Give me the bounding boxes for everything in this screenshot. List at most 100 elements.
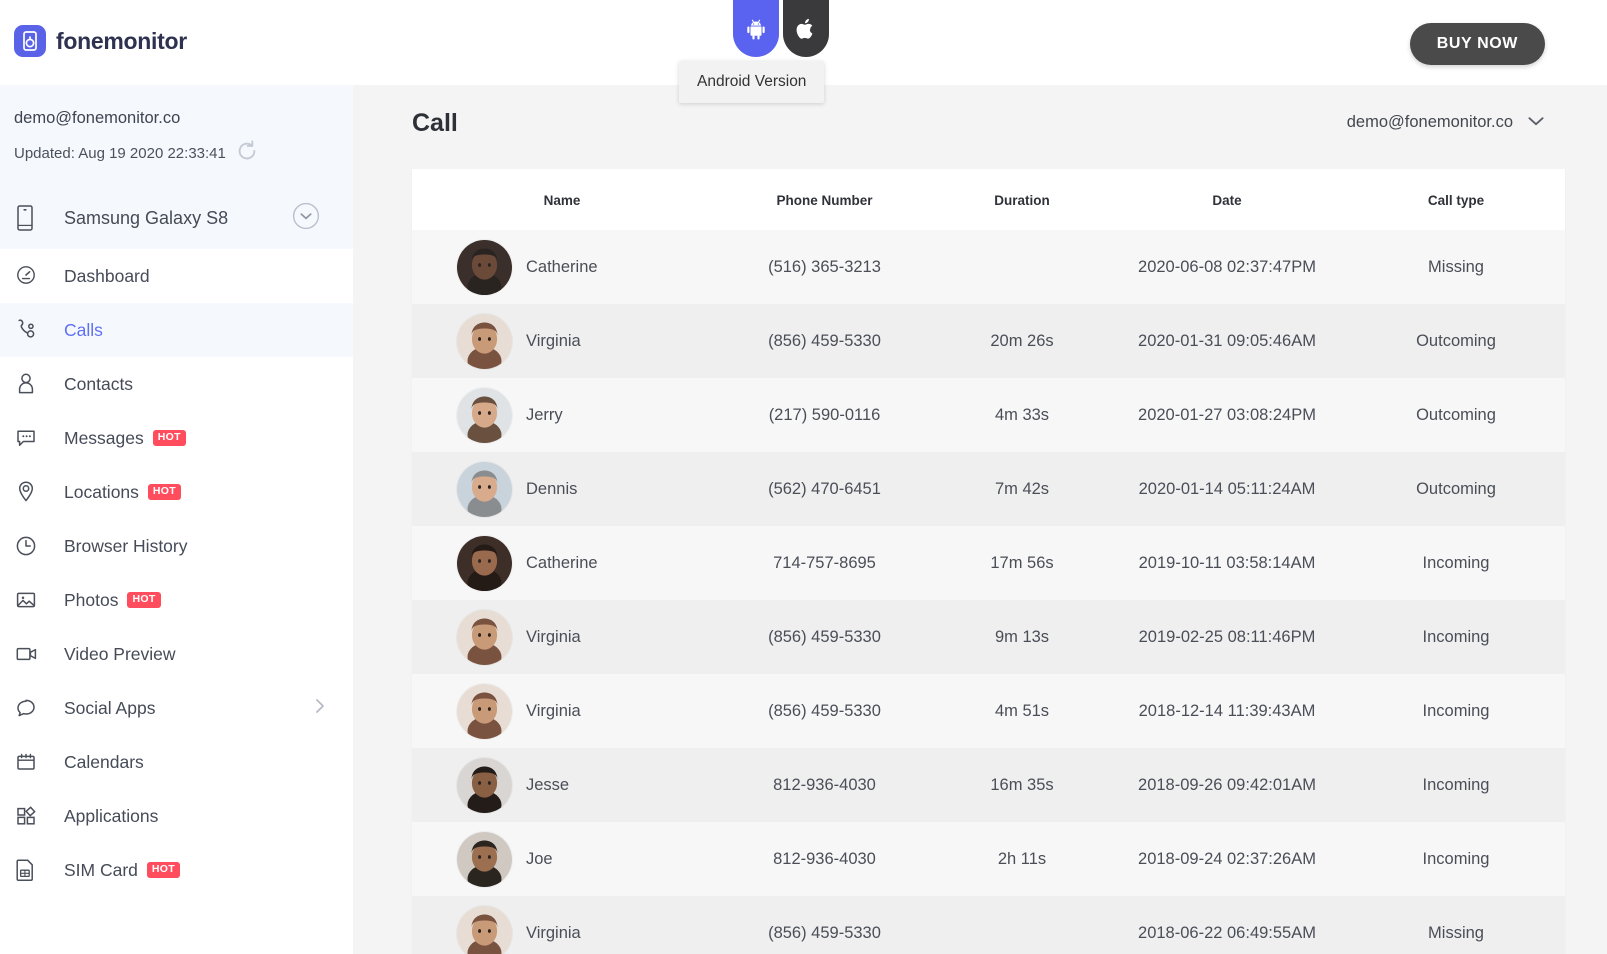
nav-text: Social Apps — [64, 697, 156, 718]
applications-icon — [14, 804, 52, 828]
refresh-icon[interactable] — [234, 138, 260, 169]
call-log-table-card: Name Phone Number Duration Date Call typ… — [412, 169, 1565, 954]
buy-now-button[interactable]: BUY NOW — [1409, 23, 1545, 65]
platform-switch — [733, 0, 829, 57]
chevron-down-circle-icon[interactable] — [291, 201, 321, 236]
nav-text: Browser History — [64, 535, 188, 556]
account-email: demo@fonemonitor.co — [14, 109, 181, 127]
cell-phone-number: (516) 365-3213 — [712, 230, 937, 304]
column-header-phone[interactable]: Phone Number — [712, 169, 937, 230]
cell-phone-number: (562) 470-6451 — [712, 452, 937, 526]
main-header: Call demo@fonemonitor.co — [353, 85, 1607, 175]
sidebar-item-dashboard[interactable]: Dashboard — [0, 249, 353, 303]
cell-call-type: Incoming — [1347, 600, 1565, 674]
cell-duration: 20m 26s — [937, 304, 1107, 378]
top-bar: fonemonitor Android Version BUY NOW — [0, 0, 1607, 103]
brand-logo[interactable]: fonemonitor — [14, 25, 187, 57]
table-row[interactable]: Catherine (516) 365-3213 2020-06-08 02:37:… — [412, 230, 1565, 304]
nav-text: Contacts — [64, 373, 134, 394]
sidebar-item-contacts[interactable]: Contacts — [0, 357, 353, 411]
sim-card-icon — [14, 857, 52, 883]
cell-phone-number: (856) 459-5330 — [712, 600, 937, 674]
nav-text: Calendars — [64, 751, 144, 772]
chevron-right-icon[interactable] — [313, 696, 327, 721]
sidebar-item-browser-history[interactable]: Browser History — [0, 519, 353, 573]
contact-name: Joe — [526, 849, 553, 868]
table-row[interactable]: Dennis (562) 470-6451 7m 42s 2020-01-14 05:… — [412, 452, 1565, 526]
sidebar-item-sim-card[interactable]: SIM Card HOT — [0, 843, 353, 897]
cell-date: 2019-10-11 03:58:14AM — [1107, 526, 1347, 600]
contact-name: Catherine — [526, 257, 598, 276]
cell-date: 2019-02-25 08:11:46PM — [1107, 600, 1347, 674]
sidebar-item-applications[interactable]: Applications — [0, 789, 353, 843]
column-header-name[interactable]: Name — [412, 169, 712, 230]
cell-name: Dennis — [412, 452, 712, 526]
cell-phone-number: (856) 459-5330 — [712, 304, 937, 378]
chevron-down-icon[interactable] — [1527, 114, 1545, 132]
hot-badge: HOT — [146, 862, 180, 878]
table-header-row: Name Phone Number Duration Date Call typ… — [412, 169, 1565, 230]
sidebar-item-locations[interactable]: Locations HOT — [0, 465, 353, 519]
android-version-button[interactable] — [733, 0, 779, 57]
sidebar-item-calendars[interactable]: Calendars — [0, 735, 353, 789]
table-row[interactable]: Virginia (856) 459-5330 2018-06-22 06:49:5… — [412, 896, 1565, 954]
last-updated-row: Updated: Aug 19 2020 22:33:41 — [0, 128, 353, 169]
hot-badge: HOT — [127, 592, 161, 608]
cell-name: Joe — [412, 822, 712, 896]
avatar-virginia — [457, 905, 512, 954]
sidebar-item-label: Social Apps — [64, 698, 155, 719]
cell-duration: 2h 11s — [937, 822, 1107, 896]
video-camera-icon — [14, 643, 52, 665]
table-row[interactable]: Jesse 812-936-4030 16m 35s 2018-09-26 09:42… — [412, 748, 1565, 822]
main-content: Call demo@fonemonitor.co Name Phone Numb… — [353, 85, 1607, 954]
nav-text: SIM Card — [64, 859, 138, 880]
device-selector[interactable]: Samsung Galaxy S8 — [0, 187, 353, 249]
nav-text: Calls — [64, 319, 103, 340]
avatar-jerry — [457, 387, 512, 443]
sidebar-item-label: Calls — [64, 320, 103, 341]
cell-call-type: Outcoming — [1347, 304, 1565, 378]
sidebar-item-photos[interactable]: Photos HOT — [0, 573, 353, 627]
contact-name: Virginia — [526, 331, 581, 350]
cell-call-type: Incoming — [1347, 674, 1565, 748]
cell-call-type: Outcoming — [1347, 452, 1565, 526]
sidebar-item-video-preview[interactable]: Video Preview — [0, 627, 353, 681]
sidebar-item-social-apps[interactable]: Social Apps — [0, 681, 353, 735]
sidebar: demo@fonemonitor.co Updated: Aug 19 2020… — [0, 85, 353, 954]
table-row[interactable]: Virginia (856) 459-5330 4m 51s 2018-12-14 1… — [412, 674, 1565, 748]
sidebar-item-label: Messages HOT — [64, 428, 186, 449]
cell-name: Catherine — [412, 526, 712, 600]
contact-name: Virginia — [526, 627, 581, 646]
table-row[interactable]: Jerry (217) 590-0116 4m 33s 2020-01-27 03:0… — [412, 378, 1565, 452]
ios-version-button[interactable] — [783, 0, 829, 57]
cell-phone-number: 812-936-4030 — [712, 822, 937, 896]
table-row[interactable]: Virginia (856) 459-5330 20m 26s 2020-01-31 … — [412, 304, 1565, 378]
chat-bubble-icon — [14, 696, 52, 720]
cell-duration: 16m 35s — [937, 748, 1107, 822]
sidebar-item-label: Browser History — [64, 536, 188, 557]
cell-phone-number: (217) 590-0116 — [712, 378, 937, 452]
location-pin-icon — [14, 479, 52, 505]
cell-duration: 4m 51s — [937, 674, 1107, 748]
cell-duration — [937, 230, 1107, 304]
avatar-jesse — [457, 757, 512, 813]
sidebar-item-messages[interactable]: Messages HOT — [0, 411, 353, 465]
cell-date: 2018-12-14 11:39:43AM — [1107, 674, 1347, 748]
account-menu[interactable]: demo@fonemonitor.co — [1347, 113, 1545, 132]
table-row[interactable]: Joe 812-936-4030 2h 11s 2018-09-24 02:37:26… — [412, 822, 1565, 896]
column-header-call-type[interactable]: Call type — [1347, 169, 1565, 230]
column-header-duration[interactable]: Duration — [937, 169, 1107, 230]
contacts-icon — [14, 371, 52, 397]
table-row[interactable]: Virginia (856) 459-5330 9m 13s 2019-02-25 0… — [412, 600, 1565, 674]
cell-phone-number: (856) 459-5330 — [712, 896, 937, 954]
calendar-icon — [14, 750, 52, 774]
sidebar-item-calls[interactable]: Calls — [0, 303, 353, 357]
nav-text: Applications — [64, 805, 159, 826]
cell-call-type: Missing — [1347, 230, 1565, 304]
messages-icon — [14, 426, 52, 450]
cell-duration: 4m 33s — [937, 378, 1107, 452]
contact-name: Catherine — [526, 553, 598, 572]
column-header-date[interactable]: Date — [1107, 169, 1347, 230]
cell-name: Catherine — [412, 230, 712, 304]
table-row[interactable]: Catherine 714-757-8695 17m 56s 2019-10-11 0… — [412, 526, 1565, 600]
